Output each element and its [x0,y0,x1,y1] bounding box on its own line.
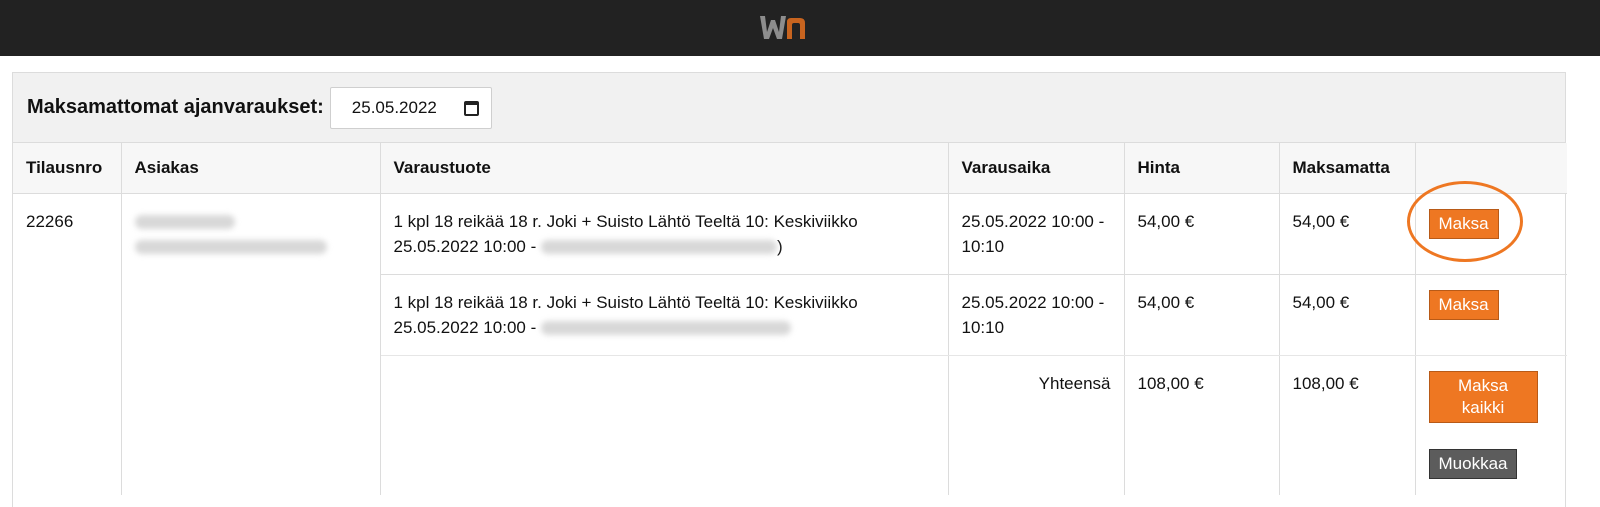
date-value: 25.05.2022 [351,97,437,117]
product-suffix: ) [776,236,783,256]
calendar-icon[interactable] [463,100,479,116]
product-description: 1 kpl 18 reikää 18 r. Joki + Suisto Läht… [393,211,858,231]
booking-time-end: 10:10 [961,317,1005,337]
unpaid-cell: 54,00 € [1279,193,1416,275]
pay-all-label-line2: kaikki [1461,397,1505,417]
pay-button[interactable]: Maksa [1428,208,1499,239]
booking-time-end: 10:10 [961,236,1005,256]
unpaid-cell: 54,00 € [1279,274,1416,356]
column-header-customer: Asiakas [121,143,381,194]
pay-button[interactable]: Maksa [1428,289,1499,320]
pay-all-button[interactable]: Maksa kaikki [1428,370,1538,423]
product-date: 25.05.2022 10:00 - [393,236,537,256]
price-cell: 54,00 € [1124,274,1280,356]
booking-time-start: 25.05.2022 10:00 - [961,292,1105,312]
total-actions-cell: Maksa kaikki Muokkaa [1415,355,1567,495]
column-header-booking-time: Varausaika [948,143,1125,194]
table-row: 22266 1 kpl 18 reikää 18 r. Joki + Suist… [13,193,1567,495]
booking-time-cell: 25.05.2022 10:00 - 10:10 [948,274,1125,356]
product-cell: 1 kpl 18 reikää 18 r. Joki + Suisto Läht… [380,274,949,356]
pay-all-label-line1: Maksa [1457,375,1509,395]
product-cell: 1 kpl 18 reikää 18 r. Joki + Suisto Läht… [380,193,949,275]
column-header-order-number: Tilausnro [13,143,122,194]
order-number: 22266 [26,211,74,231]
product-detail-redacted [540,240,777,255]
order-number-cell: 22266 [13,193,122,495]
customer-cell [121,193,381,495]
column-header-price: Hinta [1124,143,1280,194]
top-bar [0,0,1600,56]
unpaid-bookings-panel: Maksamattomat ajanvaraukset: 25.05.2022 … [12,72,1567,507]
action-cell: Maksa [1415,193,1567,275]
action-cell: Maksa [1415,274,1567,356]
wn-logo[interactable] [758,12,806,42]
booking-time-start: 25.05.2022 10:00 - [961,211,1105,231]
panel-title: Maksamattomat ajanvaraukset: [27,96,324,118]
customer-name-redacted [134,215,235,230]
column-header-unpaid: Maksamatta [1279,143,1416,194]
date-picker-input[interactable]: 25.05.2022 [329,86,492,129]
total-price: 108,00 € [1124,355,1280,495]
panel-header: Maksamattomat ajanvaraukset: 25.05.2022 [13,73,1565,143]
total-unpaid: 108,00 € [1279,355,1416,495]
column-header-product: Varaustuote [380,143,949,194]
product-description: 1 kpl 18 reikää 18 r. Joki + Suisto Läht… [393,292,858,312]
bookings-table: Tilausnro Asiakas Varaustuote Varausaika… [13,143,1567,495]
column-header-actions [1415,143,1567,194]
price-cell: 54,00 € [1124,193,1280,275]
product-date: 25.05.2022 10:00 - [393,317,537,337]
total-empty-cell [380,355,949,495]
customer-email-redacted [134,240,327,255]
edit-button[interactable]: Muokkaa [1428,448,1518,479]
total-label: Yhteensä [948,355,1125,495]
booking-time-cell: 25.05.2022 10:00 - 10:10 [948,193,1125,275]
table-header-row: Tilausnro Asiakas Varaustuote Varausaika… [13,143,1567,194]
product-detail-redacted [540,321,791,336]
